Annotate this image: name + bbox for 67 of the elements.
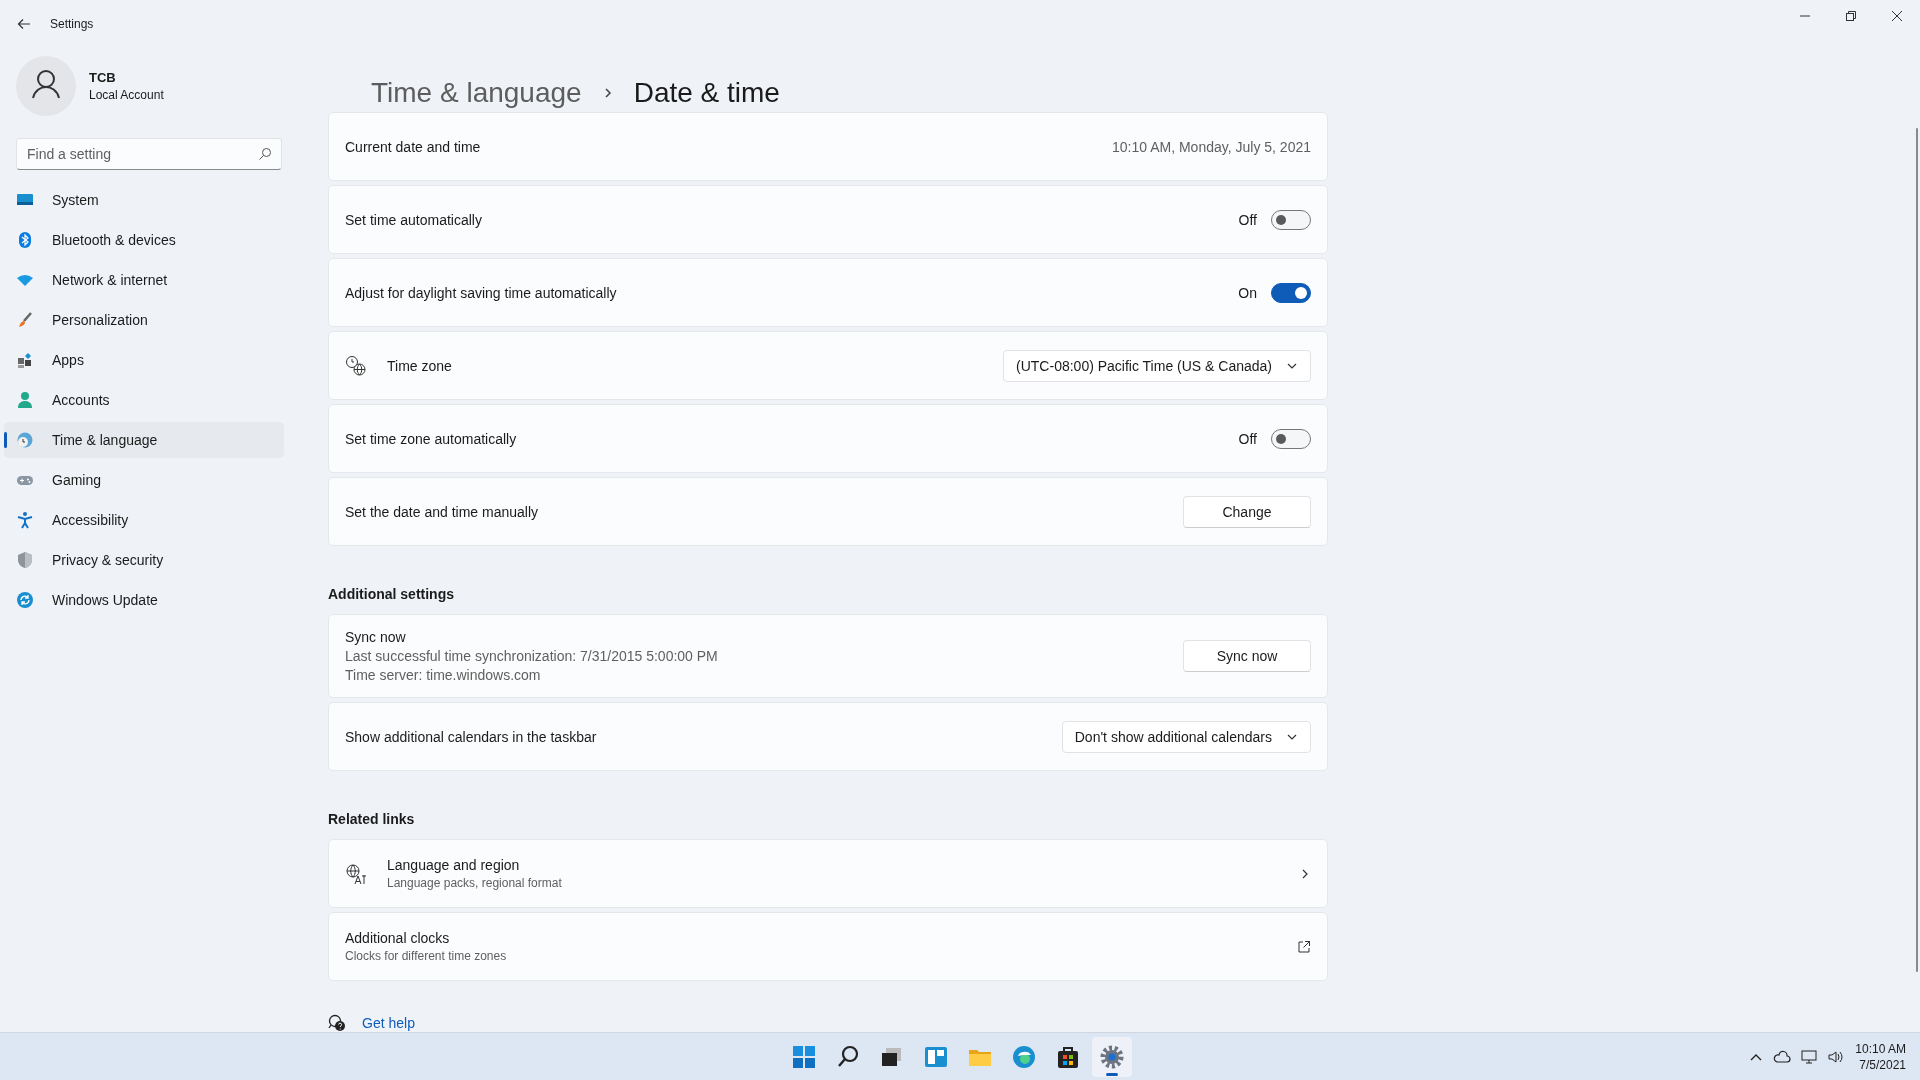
shield-icon bbox=[16, 551, 34, 569]
back-arrow-icon[interactable] bbox=[16, 16, 32, 32]
section-heading: Related links bbox=[328, 811, 416, 827]
nav-item[interactable]: Apps bbox=[4, 342, 284, 378]
link-title: Additional clocks bbox=[345, 930, 451, 946]
speaker-icon[interactable] bbox=[1827, 1048, 1846, 1065]
scrollbar[interactable] bbox=[1916, 128, 1918, 972]
restore-icon[interactable] bbox=[1843, 8, 1859, 24]
breadcrumb-link[interactable]: Time & language bbox=[371, 77, 582, 109]
paintbrush-icon bbox=[16, 311, 34, 329]
search-field[interactable]: Find a setting bbox=[16, 138, 282, 170]
setting-value: 10:10 AM, Monday, July 5, 2021 bbox=[1112, 138, 1311, 155]
link-subtitle: Clocks for different time zones bbox=[345, 949, 507, 963]
button[interactable]: Sync now bbox=[1183, 640, 1311, 672]
dropdown[interactable]: Don't show additional calendars bbox=[1061, 720, 1311, 753]
sync-icon bbox=[16, 591, 34, 609]
setting-label: Show additional calendars in the taskbar bbox=[345, 728, 597, 745]
monitor-icon[interactable] bbox=[1801, 1048, 1818, 1065]
toggle-state: Off bbox=[1238, 430, 1257, 447]
help-chat-icon bbox=[328, 1014, 346, 1032]
section-heading: Additional settings bbox=[328, 586, 455, 602]
setting-label: Set time zone automatically bbox=[345, 430, 517, 447]
globe-clock-icon bbox=[16, 431, 34, 449]
link-subtitle: Language packs, regional format bbox=[387, 876, 562, 890]
link-title: Language and region bbox=[387, 857, 521, 873]
setting-detail: Last successful time synchronization: 7/31/2015 5:00:00 PM bbox=[345, 648, 718, 664]
link-card[interactable]: Additional clocks Clocks for different time zones bbox=[328, 912, 1328, 981]
setting-label: Time zone bbox=[387, 357, 452, 374]
toggle-switch[interactable] bbox=[1271, 282, 1311, 303]
accessibility-figure-icon bbox=[16, 511, 34, 529]
setting-label: Set time automatically bbox=[345, 211, 482, 228]
toggle-state: On bbox=[1238, 284, 1257, 301]
setting-detail: Time server: time.windows.com bbox=[345, 667, 542, 683]
nav-item[interactable]: Network & internet bbox=[4, 262, 284, 298]
search-icon bbox=[258, 147, 272, 161]
page-title: Date & time bbox=[633, 77, 780, 109]
setting-label: Adjust for daylight saving time automatically bbox=[345, 284, 617, 301]
setting-label: Sync now bbox=[345, 629, 407, 645]
account-name: TCB bbox=[89, 70, 117, 85]
setting-label: Current date and time bbox=[345, 138, 481, 155]
bluetooth-icon bbox=[16, 231, 34, 249]
clock[interactable]: 10:10 AM 7/5/2021 bbox=[1855, 1040, 1906, 1073]
person-icon bbox=[16, 391, 34, 409]
toggle-state: Off bbox=[1238, 211, 1257, 228]
nav-item[interactable]: System bbox=[4, 182, 284, 218]
setting-label: Set the date and time manually bbox=[345, 503, 538, 520]
nav-item[interactable]: Bluetooth & devices bbox=[4, 222, 284, 258]
nav-item[interactable]: Accessibility bbox=[4, 502, 284, 538]
get-help-link[interactable]: Get help bbox=[362, 1015, 415, 1031]
dropdown[interactable]: (UTC-08:00) Pacific Time (US & Canada) bbox=[1003, 349, 1311, 382]
toggle-switch[interactable] bbox=[1271, 209, 1311, 230]
nav-item[interactable]: Time & language bbox=[4, 422, 284, 458]
button[interactable]: Change bbox=[1183, 495, 1311, 528]
cloud-icon[interactable] bbox=[1773, 1049, 1792, 1064]
close-icon[interactable] bbox=[1889, 8, 1905, 24]
nav-item[interactable]: Gaming bbox=[4, 462, 284, 498]
nav-item[interactable]: Accounts bbox=[4, 382, 284, 418]
window-title: Settings bbox=[50, 17, 94, 31]
avatar-icon bbox=[16, 56, 76, 116]
nav-item[interactable]: Windows Update bbox=[4, 582, 284, 618]
account-type: Local Account bbox=[89, 88, 164, 102]
toggle-switch[interactable] bbox=[1271, 428, 1311, 449]
nav-item[interactable]: Personalization bbox=[4, 302, 284, 338]
nav-item[interactable]: Privacy & security bbox=[4, 542, 284, 578]
apps-icon bbox=[16, 351, 34, 369]
link-card[interactable]: Language and region Language packs, regional format bbox=[328, 839, 1328, 908]
external-link-icon bbox=[1297, 939, 1311, 954]
